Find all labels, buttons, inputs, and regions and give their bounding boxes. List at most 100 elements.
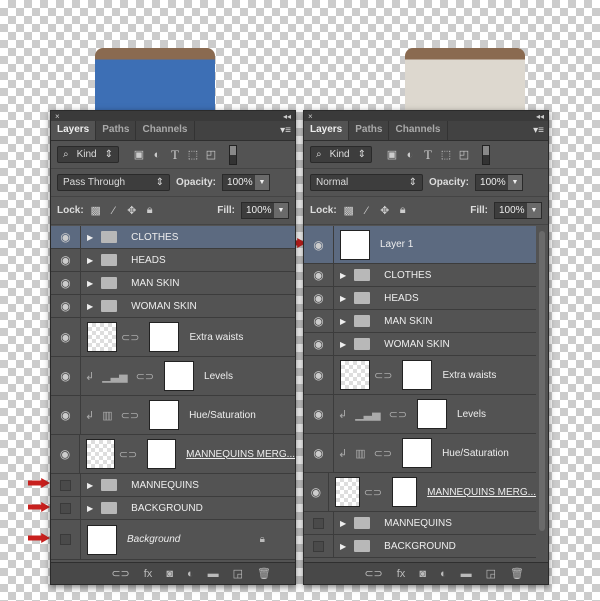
layer-row[interactable]: ◉ ⊂⊃ MANNEQUINS MERG... [304,473,536,512]
layer-name[interactable]: CLOTHES [131,232,178,243]
layer-row[interactable]: ◉ ▶ CLOTHES [51,226,295,249]
visibility-toggle[interactable] [51,497,81,519]
expand-arrow-icon[interactable]: ▶ [340,317,346,326]
layer-row[interactable]: ◉ ⊂⊃ MANNEQUINS MERG... [51,435,295,474]
layer-name[interactable]: Extra waists [442,370,496,381]
layer-row[interactable]: ◉ ↲ ▥ ⊂⊃ Hue/Saturation [304,434,536,473]
layer-name[interactable]: BACKGROUND [384,541,456,552]
visibility-eye-icon[interactable]: ◉ [304,287,334,309]
chevron-down-icon[interactable]: ▼ [255,175,270,190]
fill-field[interactable]: 100% ▼ [494,202,542,219]
expand-arrow-icon[interactable]: ▶ [87,504,93,513]
layer-name[interactable]: MAN SKIN [131,278,179,289]
lock-all-icon[interactable]: 🔒︎ [144,204,156,217]
type-filter-icon[interactable]: T [169,147,181,162]
layer-name[interactable]: HEADS [384,293,418,304]
layer-row[interactable]: ▶ MANNEQUINS [304,512,536,535]
link-icon[interactable]: ⊂⊃ [389,408,407,421]
collapse-icon[interactable]: ◂◂ [536,112,544,121]
adjustment-filter-icon[interactable]: ◐ [151,149,163,161]
layer-name[interactable]: MANNEQUINS [384,518,452,529]
link-icon[interactable]: ⊂⊃ [374,369,392,382]
link-icon[interactable]: ⊂⊃ [121,331,139,344]
type-filter-icon[interactable]: T [422,147,434,162]
layer-name[interactable]: Hue/Saturation [189,410,256,421]
visibility-eye-icon[interactable]: ◉ [304,434,334,472]
visibility-eye-icon[interactable]: ◉ [304,226,334,263]
shape-filter-icon[interactable]: ⬚ [187,149,199,161]
layer-row[interactable]: ◉ ▶ WOMAN SKIN [51,295,295,318]
expand-arrow-icon[interactable]: ▶ [87,481,93,490]
link-icon[interactable]: ⊂⊃ [364,567,382,580]
layer-name[interactable]: Extra waists [189,332,243,343]
fill-field[interactable]: 100% ▼ [241,202,289,219]
layer-name[interactable]: WOMAN SKIN [384,339,450,350]
new-layer-icon[interactable]: ◲ [233,567,243,580]
visibility-eye-icon[interactable]: ◉ [51,318,81,356]
tab-paths[interactable]: Paths [349,121,390,140]
layer-row[interactable]: ◉ ▶ HEADS [51,249,295,272]
visibility-eye-icon[interactable]: ◉ [51,272,81,294]
layer-name[interactable]: HEADS [131,255,165,266]
layer-row[interactable]: ◉ ⊂⊃ Extra waists [51,318,295,357]
collapse-icon[interactable]: ◂◂ [283,112,291,121]
mask-icon[interactable]: ◙ [166,568,173,580]
visibility-eye-icon[interactable]: ◉ [304,356,334,394]
link-icon[interactable]: ⊂⊃ [374,447,392,460]
link-icon[interactable]: ⊂⊃ [119,448,137,461]
adjustment-icon[interactable]: ◐ [440,568,447,580]
lock-all-icon[interactable]: 🔒︎ [397,204,409,217]
visibility-toggle[interactable] [304,512,334,534]
trash-icon[interactable]: 🗑 [257,567,271,580]
expand-arrow-icon[interactable]: ▶ [87,279,93,288]
layer-row[interactable]: ◉ ▶ HEADS [304,287,536,310]
lock-transparent-icon[interactable]: ▩ [90,205,102,217]
blend-mode-select[interactable]: Pass Through ⇕ [57,174,170,191]
layer-row[interactable]: ◉ ▶ WOMAN SKIN [304,333,536,356]
expand-arrow-icon[interactable]: ▶ [340,294,346,303]
expand-arrow-icon[interactable]: ▶ [340,519,346,528]
lock-position-icon[interactable]: ✥ [126,205,138,217]
chevron-down-icon[interactable]: ▼ [527,203,541,218]
layer-row[interactable]: ▶ MANNEQUINS [51,474,295,497]
expand-arrow-icon[interactable]: ▶ [340,271,346,280]
link-icon[interactable]: ⊂⊃ [121,409,139,422]
visibility-eye-icon[interactable]: ◉ [51,249,81,271]
chevron-down-icon[interactable]: ▼ [508,175,523,190]
layer-row[interactable]: ◉ ↲ ▁▃▅ ⊂⊃ Levels [304,395,536,434]
layer-name[interactable]: Background [127,534,180,545]
visibility-eye-icon[interactable]: ◉ [51,435,80,473]
blend-mode-select[interactable]: Normal ⇕ [310,174,423,191]
scrollbar[interactable] [539,231,545,531]
visibility-eye-icon[interactable]: ◉ [304,264,334,286]
layer-name[interactable]: MANNEQUINS MERG... [186,449,295,460]
tab-layers[interactable]: Layers [304,121,350,140]
panel-menu-icon[interactable]: ▾≡ [533,125,544,136]
smart-object-filter-icon[interactable]: ◰ [458,149,470,161]
shape-filter-icon[interactable]: ⬚ [440,149,452,161]
visibility-eye-icon[interactable]: ◉ [51,226,81,248]
filter-toggle[interactable] [229,144,237,165]
fx-icon[interactable]: fx [144,568,153,580]
lock-transparent-icon[interactable]: ▩ [343,205,355,217]
layer-row[interactable]: ◉ ↲ ▥ ⊂⊃ Hue/Saturation [51,396,295,435]
chevron-down-icon[interactable]: ▼ [274,203,288,218]
tab-layers[interactable]: Layers [51,121,97,140]
layer-name[interactable]: Levels [457,409,486,420]
new-group-icon[interactable]: ▬ [461,568,472,580]
layer-row[interactable]: ◉ Layer 1 [304,226,536,264]
close-icon[interactable]: × [308,112,313,121]
mask-icon[interactable]: ◙ [419,568,426,580]
panel-titlebar[interactable]: × ◂◂ [51,111,295,121]
panel-menu-icon[interactable]: ▾≡ [280,125,291,136]
layer-row[interactable]: ◉ ▶ MAN SKIN [51,272,295,295]
filter-kind-select[interactable]: ⌕ Kind ⇕ [310,146,372,163]
lock-paint-icon[interactable]: ⁄ [108,205,120,217]
expand-arrow-icon[interactable]: ▶ [87,256,93,265]
filter-kind-select[interactable]: ⌕ Kind ⇕ [57,146,119,163]
image-filter-icon[interactable]: ▣ [386,149,398,161]
expand-arrow-icon[interactable]: ▶ [87,302,93,311]
expand-arrow-icon[interactable]: ▶ [340,340,346,349]
opacity-field[interactable]: 100% ▼ [222,174,271,191]
visibility-eye-icon[interactable]: ◉ [51,396,81,434]
